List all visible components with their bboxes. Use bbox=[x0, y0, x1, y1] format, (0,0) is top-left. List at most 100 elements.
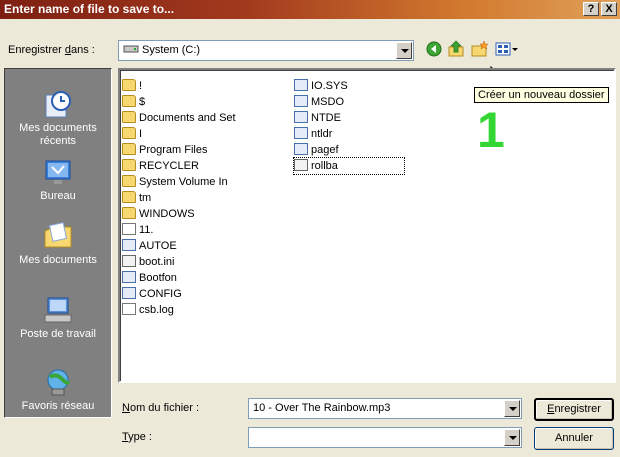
file-name: MSDO bbox=[311, 96, 344, 108]
file-item[interactable]: NTDE bbox=[294, 110, 404, 126]
filename-field[interactable]: 10 - Over The Rainbow.mp3 bbox=[248, 398, 522, 419]
place-desktop[interactable]: Bureau bbox=[5, 157, 111, 203]
file-item[interactable]: 11. bbox=[122, 222, 282, 238]
file-item[interactable]: WINDOWS bbox=[122, 206, 282, 222]
file-item[interactable]: tm bbox=[122, 190, 282, 206]
system-file-icon bbox=[122, 287, 136, 299]
network-places-icon bbox=[47, 369, 70, 396]
place-recent-documents-label: Mes documents récents bbox=[19, 122, 97, 147]
save-in-label: Enregistrer dans : bbox=[8, 44, 95, 56]
filetype-label: Type : bbox=[122, 431, 152, 443]
save-button[interactable]: Enregistrer bbox=[534, 398, 614, 421]
save-in-dropdown[interactable]: System (C:) bbox=[118, 40, 414, 61]
filetype-dropdown-arrow[interactable] bbox=[504, 429, 520, 446]
view-menu-icon[interactable] bbox=[495, 40, 519, 58]
settings-file-icon bbox=[122, 255, 136, 267]
system-file-icon bbox=[294, 111, 308, 123]
filename-dropdown-arrow[interactable] bbox=[504, 400, 520, 417]
back-icon[interactable] bbox=[425, 40, 443, 58]
place-network-places-label: Favoris réseau bbox=[21, 400, 95, 412]
place-recent-documents[interactable]: Mes documents récents bbox=[5, 89, 111, 148]
file-name: csb.log bbox=[139, 304, 174, 316]
cancel-button[interactable]: Annuler bbox=[534, 427, 614, 450]
save-in-value: System (C:) bbox=[123, 44, 200, 56]
place-network-places[interactable]: Favoris réseau bbox=[5, 367, 111, 413]
file-list[interactable]: ! $ Documents and Set I Program Files RE… bbox=[118, 68, 616, 383]
settings-file-icon bbox=[294, 159, 308, 171]
file-item[interactable]: Program Files bbox=[122, 142, 282, 158]
title-bar: Enter name of file to save to... bbox=[0, 0, 620, 19]
folder-icon bbox=[122, 143, 136, 155]
close-button[interactable]: X bbox=[601, 2, 617, 16]
file-item[interactable]: I bbox=[122, 126, 282, 142]
filename-label-accel: N bbox=[122, 402, 130, 414]
file-name: I bbox=[139, 128, 143, 140]
filename-label: Nom du fichier : bbox=[122, 402, 199, 414]
file-item[interactable]: RECYCLER bbox=[122, 158, 282, 174]
desktop-icon bbox=[45, 160, 71, 184]
file-item[interactable]: AUTOE bbox=[122, 238, 282, 254]
system-file-icon bbox=[294, 127, 308, 139]
file-name: rollba bbox=[311, 160, 338, 172]
file-item[interactable]: pagef bbox=[294, 142, 404, 158]
file-item-focused[interactable]: rollba bbox=[293, 157, 405, 175]
file-name: $ bbox=[139, 96, 146, 108]
folder-icon bbox=[122, 95, 136, 107]
save-button-label: nregistrer bbox=[554, 403, 601, 415]
file-item[interactable]: System Volume In bbox=[122, 174, 282, 190]
file-name: System Volume In bbox=[139, 176, 228, 188]
file-name: tm bbox=[139, 192, 152, 204]
file-item[interactable]: Documents and Set bbox=[122, 110, 282, 126]
file-name: ! bbox=[139, 80, 143, 92]
file-item[interactable]: boot.ini bbox=[122, 254, 282, 270]
my-documents-icon bbox=[44, 222, 72, 248]
file-item[interactable]: MSDO bbox=[294, 94, 404, 110]
file-item[interactable]: IO.SYS bbox=[294, 78, 404, 94]
place-desktop-label: Bureau bbox=[40, 190, 76, 202]
file-item[interactable]: $ bbox=[122, 94, 282, 110]
system-file-icon bbox=[294, 95, 308, 107]
place-my-documents-label: Mes documents bbox=[19, 254, 97, 266]
file-name: IO.SYS bbox=[311, 80, 348, 92]
new-folder-icon[interactable] bbox=[471, 40, 489, 58]
filename-value: 10 - Over The Rainbow.mp3 bbox=[253, 402, 391, 414]
folder-icon bbox=[122, 159, 136, 171]
step-annotation: 1 bbox=[477, 102, 505, 158]
folder-icon bbox=[122, 207, 136, 219]
file-item[interactable]: CONFIG bbox=[122, 286, 282, 302]
help-button[interactable]: ? bbox=[583, 2, 599, 16]
file-item[interactable]: Bootfon bbox=[122, 270, 282, 286]
file-item[interactable]: ! bbox=[122, 78, 282, 94]
file-item[interactable]: ntldr bbox=[294, 126, 404, 142]
save-in-dropdown-arrow[interactable] bbox=[396, 42, 412, 59]
save-in-label-post: ans : bbox=[70, 44, 95, 56]
file-name: boot.ini bbox=[139, 256, 175, 268]
file-name: Bootfon bbox=[139, 272, 177, 284]
place-my-computer-label: Poste de travail bbox=[20, 328, 96, 340]
save-in-label-text: Enregistrer bbox=[8, 44, 65, 56]
file-name: ntldr bbox=[311, 128, 333, 140]
file-name: pagef bbox=[311, 144, 339, 156]
up-folder-icon[interactable] bbox=[447, 40, 465, 58]
file-name: WINDOWS bbox=[139, 208, 195, 220]
place-my-computer[interactable]: Poste de travail bbox=[5, 295, 111, 341]
places-bar: Mes documents récents Bureau Mes documen… bbox=[4, 68, 112, 418]
file-name: NTDE bbox=[311, 112, 341, 124]
filetype-dropdown[interactable] bbox=[248, 427, 522, 448]
system-file-icon bbox=[294, 79, 308, 91]
file-name: 11. bbox=[139, 224, 154, 236]
folder-icon bbox=[122, 191, 136, 203]
place-my-documents[interactable]: Mes documents bbox=[5, 221, 111, 267]
recent-documents-icon bbox=[45, 91, 71, 118]
filename-label-text: om du fichier : bbox=[129, 402, 200, 414]
file-name: RECYCLER bbox=[139, 160, 199, 172]
file-item[interactable]: csb.log bbox=[122, 302, 282, 318]
window-title: Enter name of file to save to... bbox=[4, 2, 175, 16]
file-name: CONFIG bbox=[139, 288, 182, 300]
folder-icon bbox=[122, 127, 136, 139]
save-in-value-text: System (C:) bbox=[142, 44, 201, 56]
folder-icon bbox=[122, 111, 136, 123]
folder-icon bbox=[122, 79, 136, 91]
file-name: Program Files bbox=[139, 144, 208, 156]
filetype-label-text: ype : bbox=[128, 431, 152, 443]
